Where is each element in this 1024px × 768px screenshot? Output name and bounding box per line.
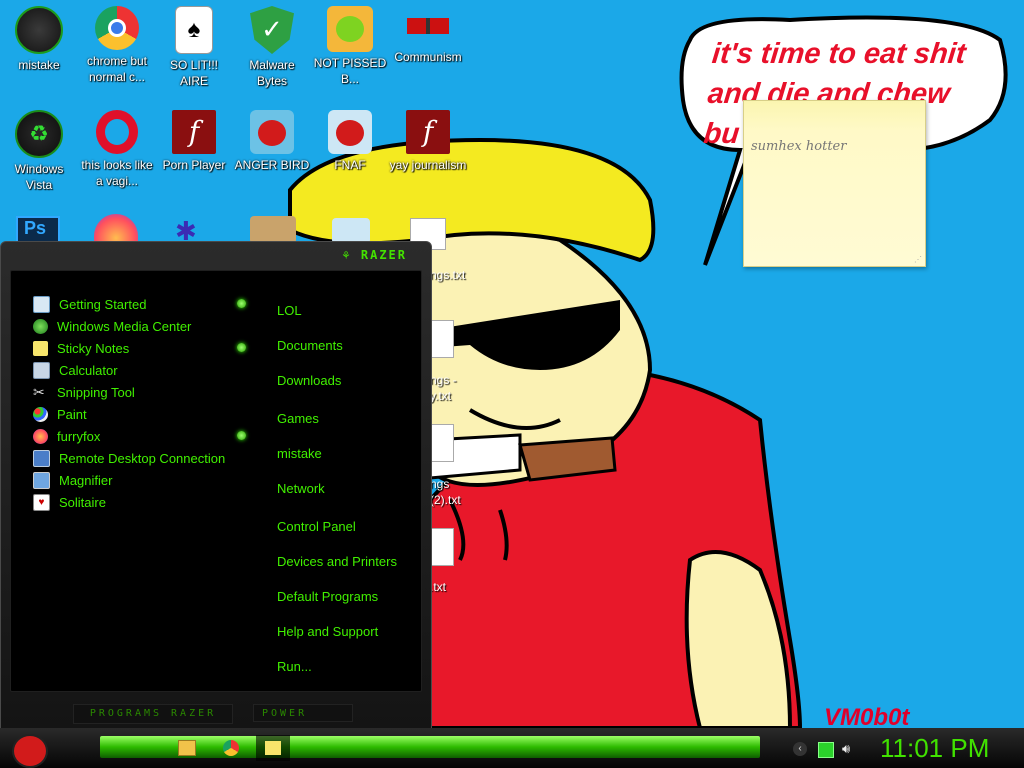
link-help-support[interactable]: Help and Support bbox=[277, 624, 378, 639]
program-paint[interactable]: Paint bbox=[33, 403, 87, 425]
emblem-icon bbox=[405, 6, 451, 46]
desktop-icon-chrome[interactable]: chrome but normal c... bbox=[78, 6, 156, 85]
program-remote-desktop[interactable]: Remote Desktop Connection bbox=[33, 447, 225, 469]
program-calculator[interactable]: Calculator bbox=[33, 359, 118, 381]
desktop-icon-yay-journalism[interactable]: f yay journalism bbox=[389, 110, 467, 173]
desktop-icon-so-lit[interactable]: ♠ SO LIT!!! AIRE bbox=[155, 6, 233, 89]
start-button[interactable] bbox=[6, 728, 48, 768]
angry-bird-hat-icon[interactable] bbox=[250, 216, 296, 244]
desktop-icon-porn-player[interactable]: f Porn Player bbox=[155, 110, 233, 173]
shield-check-icon: ✓ bbox=[250, 6, 294, 54]
link-lol[interactable]: LOL bbox=[277, 303, 302, 318]
angry-bird-start-icon bbox=[12, 734, 48, 768]
sticky-note[interactable]: sumhex hotter ⋰ bbox=[743, 100, 926, 267]
start-menu-footer: PROGRAMS RAZER POWER bbox=[1, 692, 431, 732]
all-programs-button[interactable]: PROGRAMS RAZER bbox=[73, 704, 233, 724]
flash-icon: f bbox=[172, 110, 216, 154]
chrome-icon bbox=[95, 6, 139, 50]
firefox-icon bbox=[33, 428, 48, 444]
program-solitaire[interactable]: ♥ Solitaire bbox=[33, 491, 106, 513]
solitaire-card-icon: ♥ bbox=[33, 493, 50, 511]
green-pig-icon bbox=[327, 6, 373, 52]
link-games[interactable]: Games bbox=[277, 411, 319, 426]
sticky-notes-icon bbox=[265, 741, 281, 755]
scissors-icon: ✂ bbox=[33, 383, 45, 400]
razer-app-icon bbox=[15, 6, 63, 54]
program-getting-started[interactable]: Getting Started bbox=[33, 293, 146, 315]
volume-icon[interactable]: 🔊︎ bbox=[842, 742, 856, 756]
program-sticky-notes[interactable]: Sticky Notes bbox=[33, 337, 129, 359]
taskbar-explorer[interactable] bbox=[170, 735, 204, 761]
media-center-icon bbox=[33, 318, 48, 334]
link-devices-printers[interactable]: Devices and Printers bbox=[277, 554, 397, 569]
file-label-partial: ngs.txt bbox=[430, 268, 466, 282]
program-windows-media-center[interactable]: Windows Media Center bbox=[33, 315, 191, 337]
remote-desktop-icon bbox=[33, 449, 50, 467]
submenu-arrow-icon[interactable] bbox=[237, 431, 246, 440]
desktop-icon-windows-vista[interactable]: ♻ Windows Vista bbox=[0, 110, 78, 193]
link-documents[interactable]: Documents bbox=[277, 338, 343, 353]
chrome-icon bbox=[223, 740, 239, 756]
link-mistake[interactable]: mistake bbox=[277, 446, 322, 461]
program-snipping-tool[interactable]: ✂ Snipping Tool bbox=[33, 381, 135, 403]
desktop-icon-communism[interactable]: Communism bbox=[389, 6, 467, 65]
file-label-partial: ngs - y.txt bbox=[430, 373, 457, 403]
desktop-icon-fnaf[interactable]: FNAF bbox=[311, 110, 389, 173]
photoshop-icon[interactable]: Ps bbox=[16, 216, 60, 244]
text-file-icon[interactable] bbox=[430, 528, 454, 566]
desktop-icon-anger-bird[interactable]: ANGER BIRD bbox=[233, 110, 311, 173]
razer-snake-icon: ⚘ bbox=[342, 248, 361, 262]
text-file-icon[interactable] bbox=[430, 424, 454, 462]
resize-grip-icon[interactable]: ⋰ bbox=[914, 255, 922, 264]
angry-bird-icon bbox=[250, 110, 294, 154]
file-label-partial: ngs (2).txt bbox=[430, 477, 461, 507]
program-magnifier[interactable]: Magnifier bbox=[33, 469, 112, 491]
sticky-note-text[interactable]: sumhex hotter bbox=[751, 139, 846, 154]
link-run[interactable]: Run... bbox=[277, 659, 312, 674]
link-default-programs[interactable]: Default Programs bbox=[277, 589, 378, 604]
magnifier-icon bbox=[33, 471, 50, 489]
taskbar-chrome[interactable] bbox=[214, 735, 248, 761]
program-furryfox[interactable]: furryfox bbox=[33, 425, 100, 447]
link-network[interactable]: Network bbox=[277, 481, 325, 496]
sticky-notes-icon bbox=[33, 340, 48, 356]
calculator-icon bbox=[33, 361, 50, 379]
show-hidden-icons-icon[interactable]: ‹ bbox=[793, 742, 807, 756]
getting-started-icon bbox=[33, 295, 50, 313]
angry-bird-icon bbox=[328, 110, 372, 154]
start-menu-panel: Getting Started Windows Media Center Sti… bbox=[10, 270, 422, 692]
spider-solitaire-icon[interactable]: ✱ bbox=[175, 216, 211, 246]
file-label-partial: .txt bbox=[430, 580, 447, 594]
desktop-icon-mistake[interactable]: mistake bbox=[0, 6, 78, 73]
recycle-bin-icon: ♻ bbox=[15, 110, 63, 158]
desktop-icon-opera[interactable]: this looks like a vagi... bbox=[78, 110, 156, 189]
taskbar-sticky-notes[interactable] bbox=[256, 735, 290, 761]
paint-palette-icon bbox=[33, 406, 48, 422]
submenu-arrow-icon[interactable] bbox=[237, 343, 246, 352]
start-menu: ⚘ RAZER Getting Started Windows Media Ce… bbox=[0, 241, 432, 733]
link-control-panel[interactable]: Control Panel bbox=[277, 519, 356, 534]
folder-icon bbox=[178, 740, 196, 756]
submenu-arrow-icon[interactable] bbox=[237, 299, 246, 308]
link-downloads[interactable]: Downloads bbox=[277, 373, 341, 388]
desktop-icon-malwarebytes[interactable]: ✓ Malware Bytes bbox=[233, 6, 311, 89]
playing-cards-icon: ♠ bbox=[175, 6, 213, 54]
opera-icon bbox=[96, 110, 138, 154]
taskbar-clock[interactable]: 11:01 PM bbox=[880, 733, 989, 764]
flash-icon: f bbox=[406, 110, 450, 154]
power-button[interactable]: POWER bbox=[253, 704, 353, 722]
network-tray-icon[interactable] bbox=[818, 742, 834, 758]
desktop-icon-not-pissed[interactable]: NOT PISSED B... bbox=[311, 6, 389, 87]
razer-logo: ⚘ RAZER bbox=[342, 248, 407, 262]
text-file-icon[interactable] bbox=[430, 320, 454, 358]
